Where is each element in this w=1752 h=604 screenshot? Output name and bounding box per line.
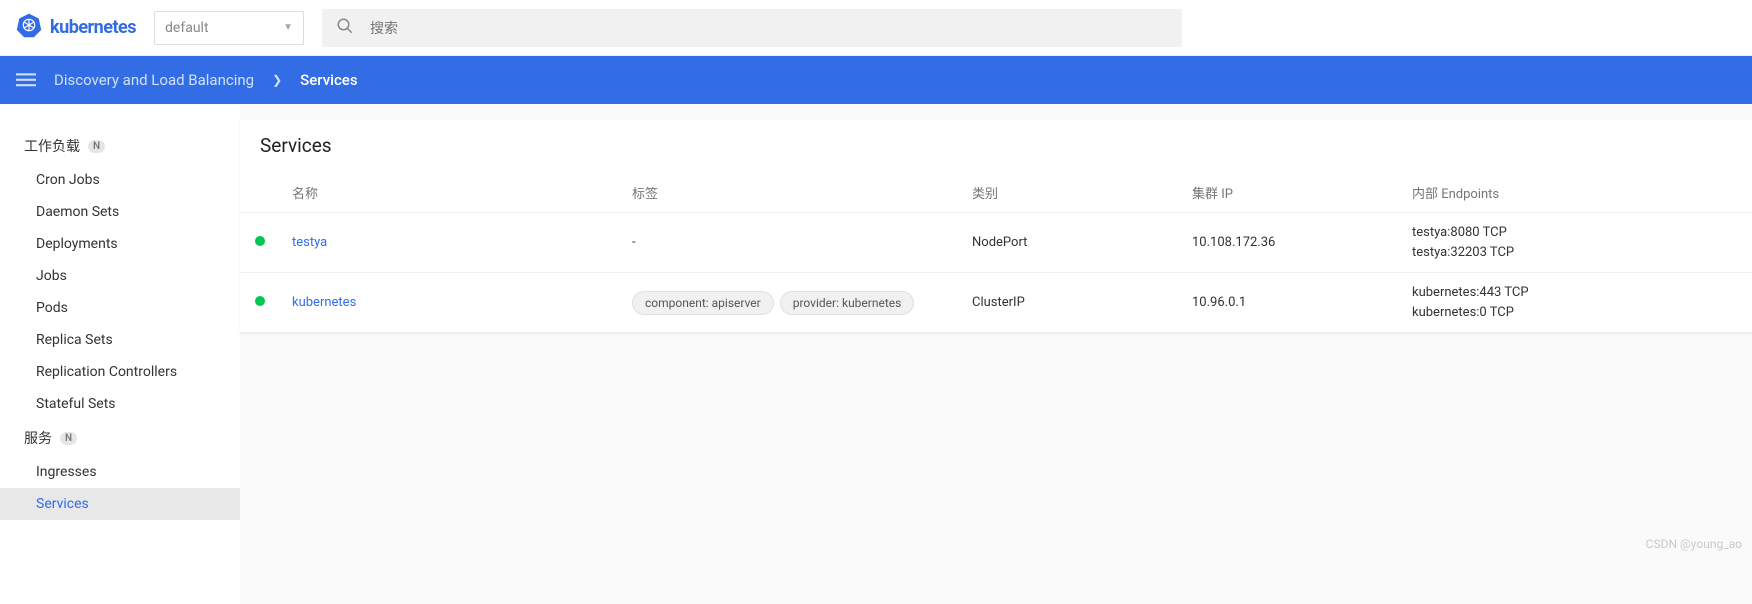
sidebar-group-label: 服务 [24, 428, 52, 448]
sidebar-item-label: Ingresses [36, 464, 97, 480]
services-table: 名称 标签 类别 集群 IP 内部 Endpoints testya -NodeP… [240, 173, 1752, 333]
cell-type: NodePort [960, 213, 1180, 273]
sidebar-item-label: Daemon Sets [36, 204, 119, 220]
col-labels[interactable]: 标签 [620, 173, 960, 213]
cell-labels: component: apiserverprovider: kubernetes [620, 273, 960, 333]
sidebar-item-services[interactable]: Services [0, 488, 240, 520]
service-link[interactable]: testya [292, 235, 327, 250]
sidebar-item-replicasets[interactable]: Replica Sets [0, 324, 240, 356]
namespace-select[interactable]: default ▼ [154, 11, 304, 45]
table-row: testya -NodePort10.108.172.36testya:8080 … [240, 213, 1752, 273]
status-dot-icon [255, 296, 265, 306]
cell-labels: - [620, 213, 960, 273]
breadcrumb-parent[interactable]: Discovery and Load Balancing [54, 71, 254, 89]
status-dot-icon [255, 236, 265, 246]
sidebar-item-label: Jobs [36, 268, 67, 284]
badge-n: N [60, 432, 77, 445]
cell-cluster-ip: 10.108.172.36 [1180, 213, 1400, 273]
breadcrumb-current: Services [300, 71, 357, 89]
sidebar-item-label: Cron Jobs [36, 172, 100, 188]
sidebar-item-jobs[interactable]: Jobs [0, 260, 240, 292]
sidebar-item-daemonsets[interactable]: Daemon Sets [0, 196, 240, 228]
sidebar-item-label: Stateful Sets [36, 396, 116, 412]
sidebar-item-deployments[interactable]: Deployments [0, 228, 240, 260]
watermark: CSDN @young_ao [1646, 537, 1742, 551]
col-cluster-ip[interactable]: 集群 IP [1180, 173, 1400, 213]
services-card: Services 名称 标签 类别 集群 IP 内部 Endpoints tes… [240, 120, 1752, 333]
service-link[interactable]: kubernetes [292, 295, 356, 310]
sidebar-group-workloads[interactable]: 工作负载 N [0, 128, 240, 164]
sidebar-item-statefulsets[interactable]: Stateful Sets [0, 388, 240, 420]
sidebar-item-label: Deployments [36, 236, 118, 252]
sidebar-item-pods[interactable]: Pods [0, 292, 240, 324]
sidebar-item-label: Pods [36, 300, 68, 316]
cell-name: kubernetes [280, 273, 620, 333]
table-row: kubernetes component: apiserverprovider: … [240, 273, 1752, 333]
badge-n: N [88, 140, 105, 153]
menu-icon[interactable] [16, 70, 36, 90]
col-name[interactable]: 名称 [280, 173, 620, 213]
main: 工作负载 N Cron Jobs Daemon Sets Deployments… [0, 104, 1752, 604]
brand-text: kubernetes [50, 17, 136, 38]
cell-endpoints: testya:8080 TCPtestya:32203 TCP [1400, 213, 1752, 273]
search-bar[interactable] [322, 9, 1182, 47]
kubernetes-logo-icon [16, 12, 42, 43]
table-header-row: 名称 标签 类别 集群 IP 内部 Endpoints [240, 173, 1752, 213]
sidebar-group-services[interactable]: 服务 N [0, 420, 240, 456]
sidebar-item-replicationcontrollers[interactable]: Replication Controllers [0, 356, 240, 388]
chevron-down-icon: ▼ [283, 22, 293, 33]
sidebar-item-label: Services [36, 496, 89, 512]
topbar: kubernetes default ▼ [0, 0, 1752, 56]
cell-endpoints: kubernetes:443 TCPkubernetes:0 TCP [1400, 273, 1752, 333]
label-chip: provider: kubernetes [780, 291, 915, 315]
sidebar: 工作负载 N Cron Jobs Daemon Sets Deployments… [0, 104, 240, 604]
search-input[interactable] [370, 20, 1168, 36]
cell-type: ClusterIP [960, 273, 1180, 333]
logo[interactable]: kubernetes [16, 12, 136, 43]
sidebar-item-label: Replication Controllers [36, 364, 177, 380]
cell-status [240, 213, 280, 273]
sidebar-item-label: Replica Sets [36, 332, 113, 348]
col-status [240, 173, 280, 213]
cell-cluster-ip: 10.96.0.1 [1180, 273, 1400, 333]
search-icon [336, 17, 354, 39]
col-type[interactable]: 类别 [960, 173, 1180, 213]
card-title: Services [240, 120, 1752, 173]
cell-status [240, 273, 280, 333]
subheader: Discovery and Load Balancing ❯ Services [0, 56, 1752, 104]
sidebar-item-cronjobs[interactable]: Cron Jobs [0, 164, 240, 196]
col-endpoints[interactable]: 内部 Endpoints [1400, 173, 1752, 213]
label-chip: component: apiserver [632, 291, 774, 315]
sidebar-group-label: 工作负载 [24, 136, 80, 156]
chevron-right-icon: ❯ [272, 73, 282, 87]
namespace-selected: default [165, 20, 209, 36]
content: Services 名称 标签 类别 集群 IP 内部 Endpoints tes… [240, 104, 1752, 604]
cell-name: testya [280, 213, 620, 273]
sidebar-item-ingresses[interactable]: Ingresses [0, 456, 240, 488]
